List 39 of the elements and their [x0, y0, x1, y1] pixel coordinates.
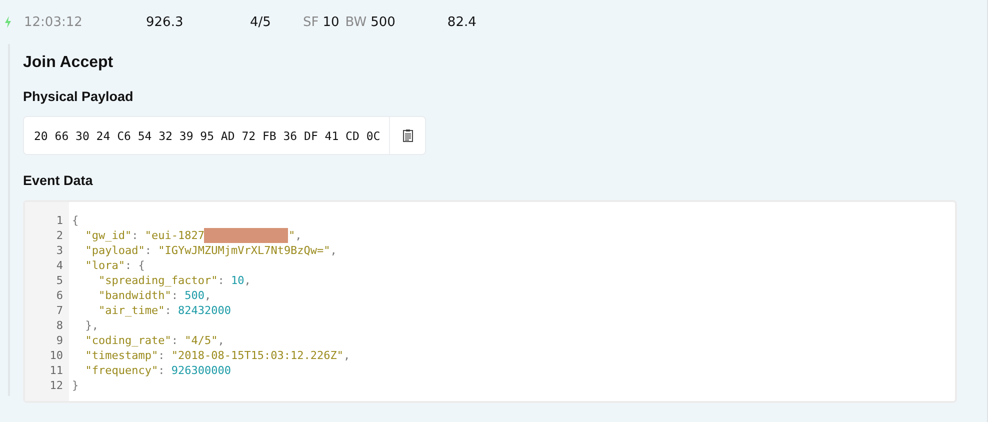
- code-line: "gw_id": "eui-1827: [84, 228, 204, 243]
- code-line: "spreading_factor": 10,: [97, 273, 251, 288]
- bw-label: BW: [345, 14, 367, 30]
- line-number: 10: [48, 348, 64, 363]
- section-heading: Physical Payload: [23, 89, 134, 104]
- line-number: 8: [55, 318, 64, 333]
- airtime-value: 82.4: [447, 14, 476, 30]
- line-number: 5: [55, 273, 64, 288]
- bw-value: 500: [370, 14, 396, 30]
- event-time: 12:03:12: [24, 14, 84, 30]
- code-line: "payload": "IGYwJMZUMjmVrXL7Nt9BzQw=",: [84, 243, 337, 258]
- code-line: "coding_rate": "4/5",: [84, 333, 224, 348]
- code-line: "frequency": 926300000: [84, 363, 231, 378]
- code-line: },: [84, 318, 98, 333]
- line-number: 12: [48, 378, 64, 393]
- line-number: 3: [55, 243, 64, 258]
- line-number: 2: [55, 228, 64, 243]
- payload-hex: 20 66 30 24 C6 54 32 39 95 AD 72 FB 36 DF 41 CD 0C: [33, 128, 382, 144]
- sf-label: SF: [303, 14, 319, 30]
- code-line: "timestamp": "2018-08-15T15:03:12.226Z",: [84, 348, 350, 363]
- code-line: "lora": {: [84, 258, 145, 273]
- line-number: 6: [55, 288, 64, 303]
- clipboard-icon: [402, 129, 412, 142]
- sf-value: 10: [322, 14, 340, 30]
- line-number: 9: [55, 333, 64, 348]
- code-line: "air_time": 82432000: [97, 303, 231, 318]
- code-line: }: [72, 378, 79, 393]
- line-number: 7: [55, 303, 64, 318]
- frequency-value: 926.3: [146, 14, 184, 30]
- code-line: ",: [288, 228, 302, 243]
- code-line: {: [72, 213, 79, 228]
- coding-rate-value: 4/5: [250, 14, 272, 30]
- line-number: 4: [55, 258, 64, 273]
- code-line: "bandwidth": 500,: [97, 288, 212, 303]
- section-heading: Event Data: [23, 173, 94, 188]
- event-title: Join Accept: [23, 54, 114, 72]
- lightning-icon: [4, 16, 12, 28]
- line-number: 1: [55, 213, 64, 228]
- line-number: 11: [48, 363, 64, 378]
